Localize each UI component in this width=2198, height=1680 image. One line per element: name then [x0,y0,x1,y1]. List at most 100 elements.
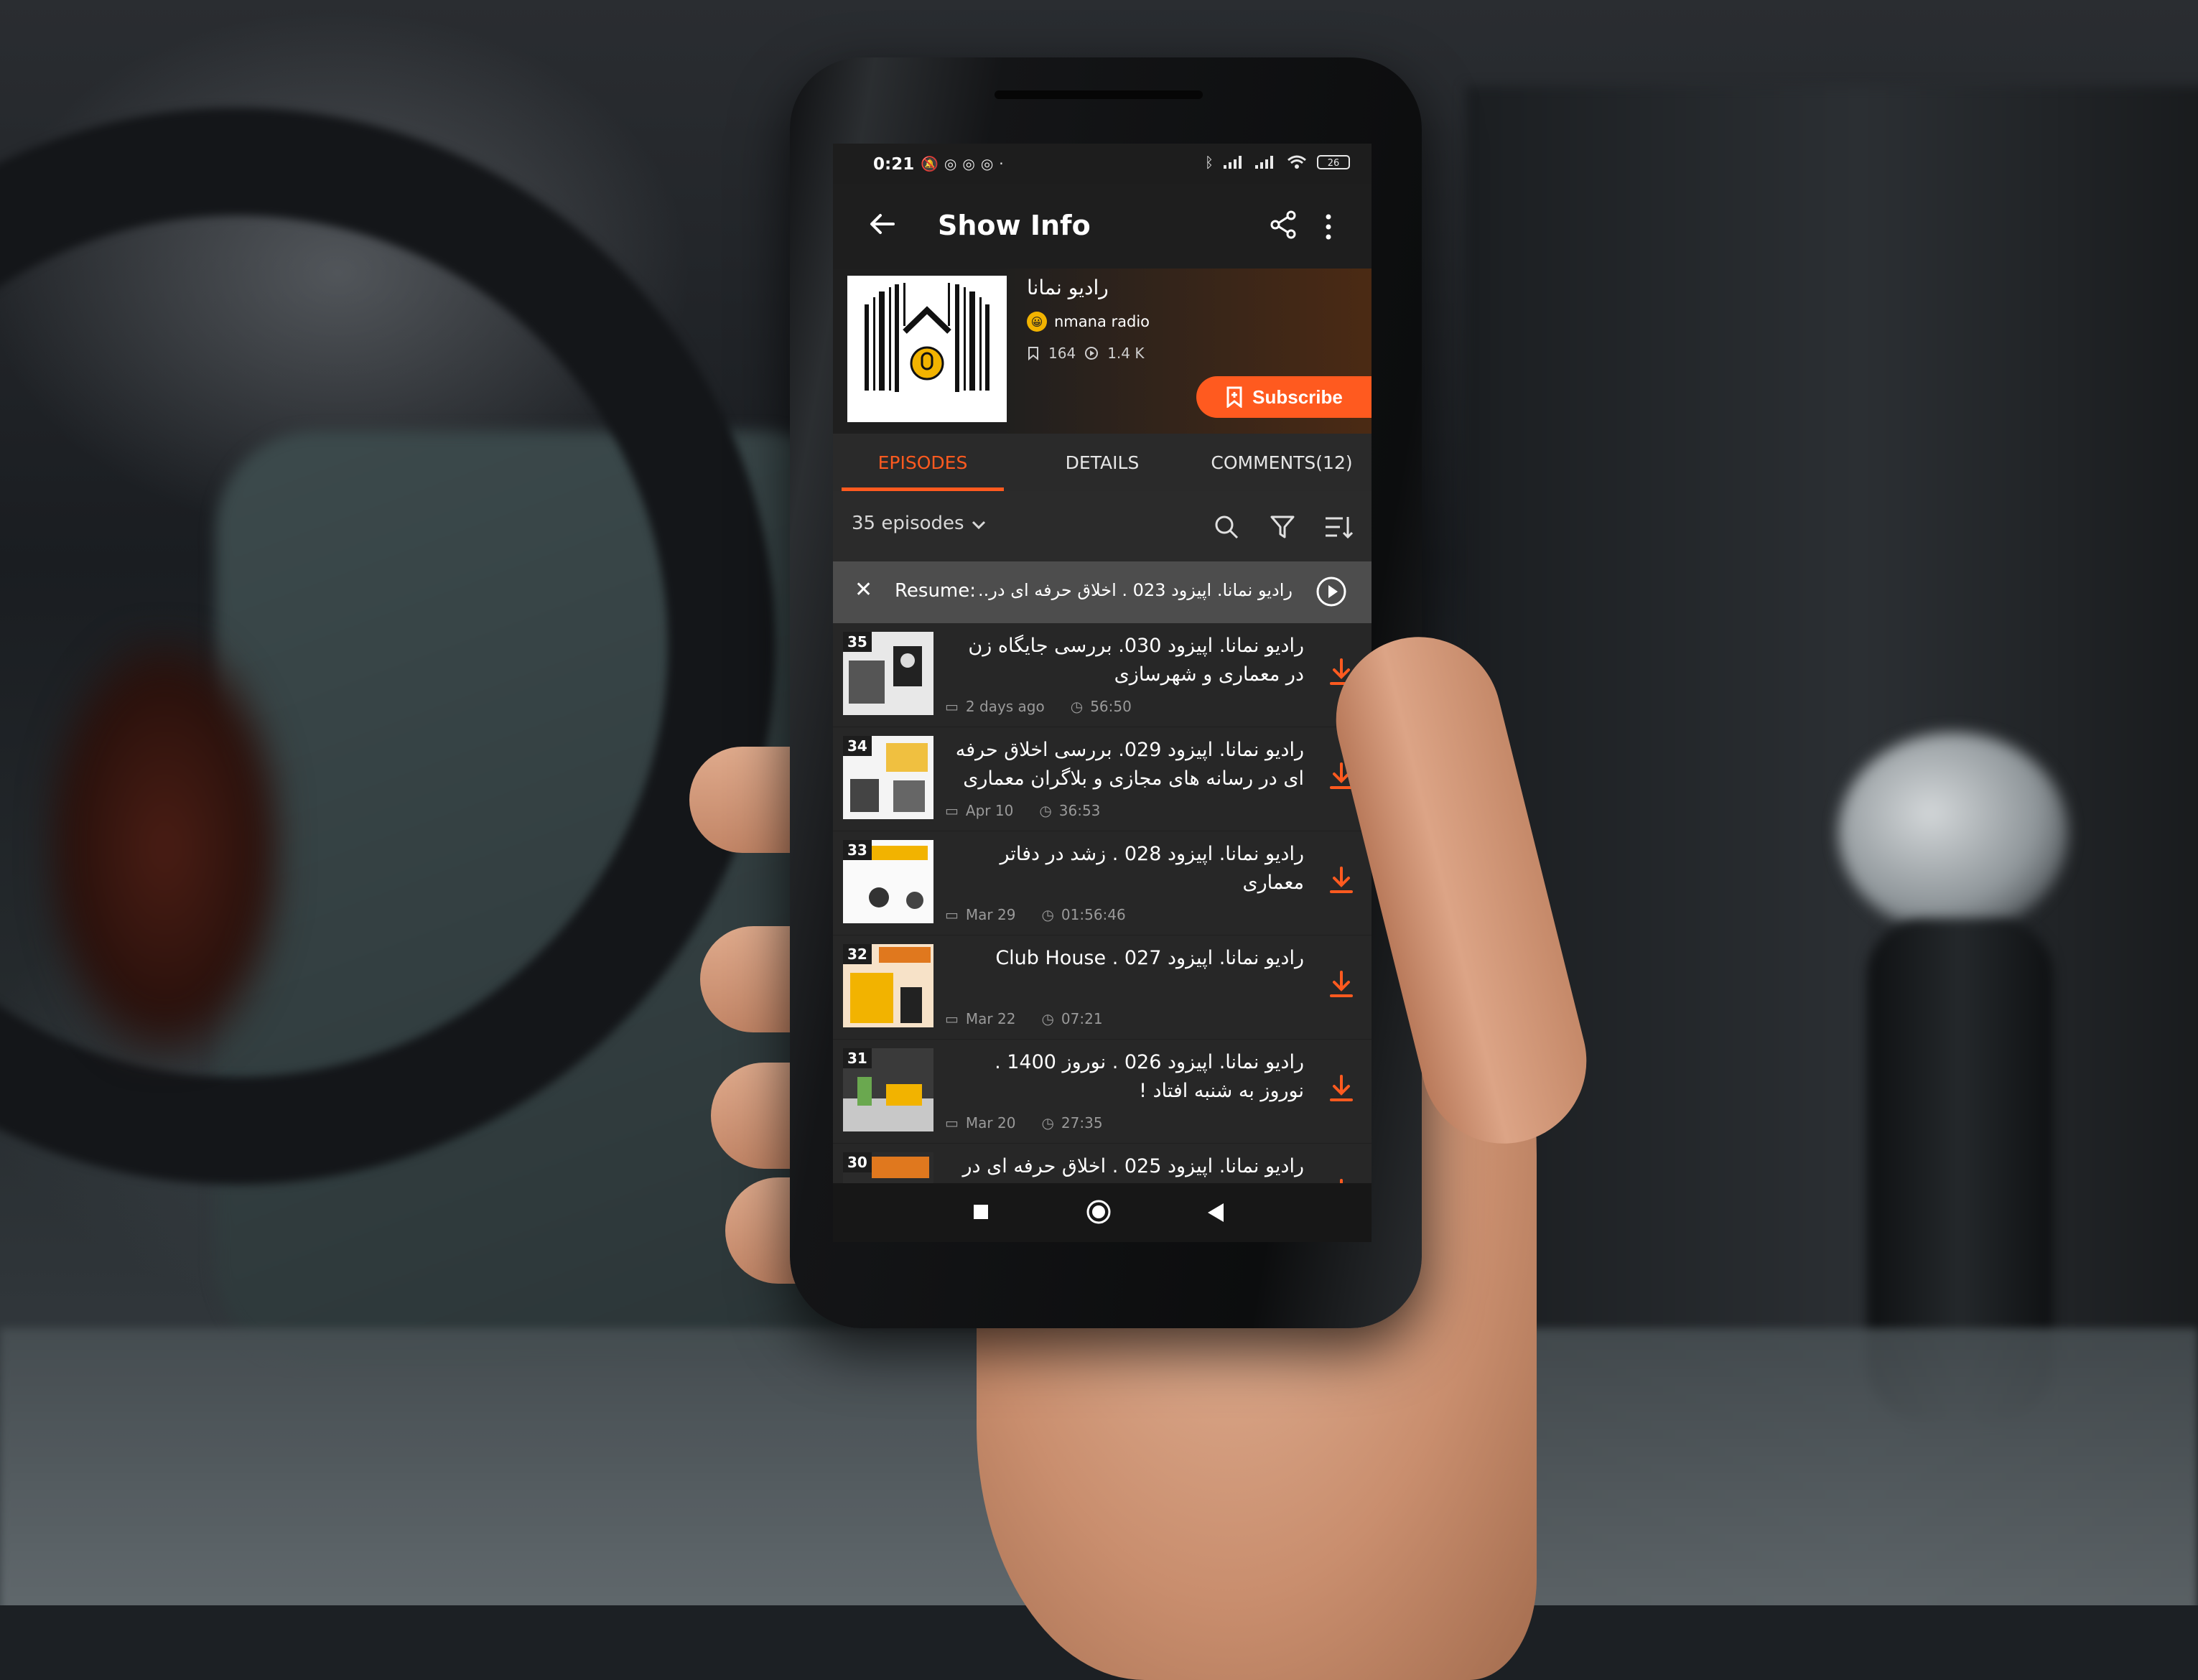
calendar-icon: ▭ [945,698,959,715]
wifi-icon [1287,155,1306,169]
clock-icon: ◷ [1039,802,1052,819]
episode-thumbnail: 31 [843,1048,933,1131]
tab-details[interactable]: DETAILS [1012,434,1192,491]
list-toolbar: 35 episodes [833,491,1372,561]
episode-date: Mar 20 [965,1114,1016,1131]
signal-icon [1255,156,1277,169]
episode-duration: 36:53 [1058,802,1101,819]
episode-date: Mar 29 [965,906,1016,923]
list-item[interactable]: 32 رادیو نمانا. اپیزود 027 . Club House … [833,935,1372,1040]
episode-date: 2 days ago [965,698,1045,715]
episode-count-dropdown[interactable]: 35 episodes [852,513,964,534]
close-icon[interactable]: ✕ [854,577,872,602]
show-title: رادیو نمانا [1027,276,1109,299]
episode-thumbnail: 30 [843,1152,933,1183]
author-name: nmana radio [1054,313,1150,330]
recents-icon[interactable] [974,1205,988,1219]
list-item[interactable]: 30 رادیو نمانا. اپیزود 025 . اخلاق حرفه … [833,1144,1372,1183]
filter-icon[interactable] [1270,514,1295,540]
back-arrow-icon[interactable] [867,210,896,238]
show-header: رادیو نمانا 😀 nmana radio 164 1.4 K Subs… [833,269,1372,434]
list-item[interactable]: 31 رادیو نمانا. اپیزود 026 . نوروز 1400 … [833,1040,1372,1144]
clock-icon: ◷ [1041,906,1054,923]
resume-episode-title: رادیو نمانا. اپیزود 023 . اخلاق حرفه ای … [977,580,1293,600]
instagram-icon: ◎ [962,155,981,172]
nav-back-icon[interactable] [1206,1202,1225,1223]
subscribe-label: Subscribe [1252,386,1343,408]
episode-number: 30 [843,1152,872,1172]
download-icon[interactable] [1328,1074,1354,1103]
subscribe-button[interactable]: Subscribe [1196,376,1372,418]
signal-icon [1224,156,1245,169]
play-icon[interactable] [1315,576,1347,607]
stats-row: 164 1.4 K [1027,345,1144,362]
resume-bar[interactable]: ✕ Resume: رادیو نمانا. اپیزود 023 . اخلا… [833,561,1372,623]
calendar-icon: ▭ [945,1114,959,1131]
download-icon[interactable] [1328,1178,1354,1183]
episode-title: رادیو نمانا. اپیزود 029. بررسی اخلاق حرف… [955,739,1304,790]
dashboard-glow [43,632,287,1063]
episode-meta: ▭ Mar 22 ◷ 07:21 [945,1010,1103,1027]
instagram-icon: ◎ [944,155,963,172]
tab-episodes[interactable]: EPISODES [833,434,1012,491]
show-artwork[interactable] [847,276,1007,422]
episode-number: 33 [843,840,872,860]
episode-duration: 56:50 [1090,698,1132,715]
author-row[interactable]: 😀 nmana radio [1027,312,1150,332]
episode-title: رادیو نمانا. اپیزود 027 . Club House [995,947,1304,969]
phone-speaker [995,90,1203,99]
calendar-icon: ▭ [945,802,959,819]
episode-number: 34 [843,736,872,756]
episode-list: 35 رادیو نمانا. اپیزود 030. بررسی جایگاه… [833,623,1372,1183]
episode-thumbnail: 33 [843,840,933,923]
system-icons: ᛒ 26 [1205,154,1350,171]
episode-meta: ▭ Mar 20 ◷ 27:35 [945,1114,1103,1131]
episode-number: 32 [843,944,872,964]
episode-duration: 01:56:46 [1061,906,1126,923]
list-item[interactable]: 33 رادیو نمانا. اپیزود 028 . زشد در دفات… [833,831,1372,935]
phone-screen: 0:21 🔕◎◎◎· ᛒ 26 Show Info رادیو نمانا 😀 … [833,144,1372,1242]
bookmark-add-icon [1226,386,1242,408]
clock-icon: ◷ [1041,1010,1054,1027]
bluetooth-icon: ᛒ [1205,154,1214,171]
episode-title: رادیو نمانا. اپیزود 028 . زشد در دفاتر م… [1000,843,1304,894]
gear-knob [1838,732,2068,933]
author-avatar-icon: 😀 [1027,312,1047,332]
battery-icon: 26 [1317,155,1350,169]
play-count: 1.4 K [1107,345,1145,362]
mute-bell-icon: 🔕 [921,155,944,172]
page-title: Show Info [938,210,1091,241]
clock-icon: ◷ [1041,1114,1054,1131]
episode-meta: ▭ Apr 10 ◷ 36:53 [945,802,1100,819]
status-time: 0:21 [873,155,915,174]
resume-label: Resume: [895,580,977,602]
episode-number: 35 [843,632,872,652]
download-icon[interactable] [1328,970,1354,999]
episode-meta: ▭ 2 days ago ◷ 56:50 [945,698,1132,715]
episode-thumbnail: 35 [843,632,933,715]
episode-duration: 27:35 [1061,1114,1103,1131]
instagram-icon: ◎ [980,155,1000,172]
episode-date: Mar 22 [965,1010,1016,1027]
home-icon[interactable] [1086,1199,1112,1225]
download-icon[interactable] [1328,866,1354,895]
play-count-icon [1085,347,1099,360]
tab-bar: EPISODES DETAILS COMMENTS(12) [833,434,1372,491]
more-vertical-icon[interactable] [1321,213,1336,241]
episode-duration: 07:21 [1061,1010,1103,1027]
episode-title: رادیو نمانا. اپیزود 030. بررسی جایگاه زن… [968,635,1304,686]
barcode-house-logo [865,283,989,392]
list-item[interactable]: 34 رادیو نمانا. اپیزود 029. بررسی اخلاق … [833,727,1372,831]
tab-comments[interactable]: COMMENTS(12) [1192,434,1372,491]
list-item[interactable]: 35 رادیو نمانا. اپیزود 030. بررسی جایگاه… [833,623,1372,727]
episode-title: رادیو نمانا. اپیزود 025 . اخلاق حرفه ای … [962,1155,1304,1177]
calendar-icon: ▭ [945,906,959,923]
bookmark-icon [1028,347,1038,360]
notification-icons: 🔕◎◎◎· [921,155,1010,172]
clock-icon: ◷ [1070,698,1084,715]
chevron-down-icon[interactable] [969,515,988,534]
dot-icon: · [999,155,1010,172]
search-icon[interactable] [1214,514,1239,540]
sort-icon[interactable] [1324,514,1353,540]
share-icon[interactable] [1268,210,1298,240]
